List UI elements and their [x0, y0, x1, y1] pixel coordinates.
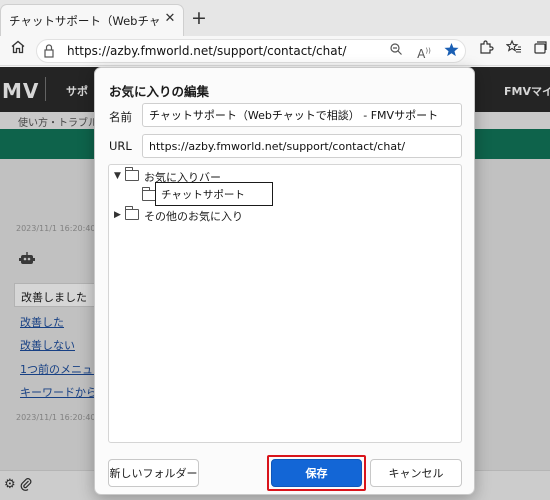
favorite-star-icon[interactable] — [442, 42, 460, 60]
new-tab-icon[interactable]: + — [188, 7, 210, 29]
lock-icon[interactable] — [43, 41, 55, 64]
name-field[interactable] — [142, 103, 462, 127]
dialog-title: お気に入りの編集 — [109, 84, 210, 99]
new-folder-button[interactable]: 新しいフォルダー — [108, 459, 199, 487]
extensions-icon[interactable] — [474, 39, 498, 63]
tree-item-new-folder[interactable] — [109, 182, 461, 206]
browser-toolbar: https://azby.fmworld.net/support/contact… — [0, 36, 550, 66]
new-folder-name-input[interactable] — [155, 182, 273, 206]
address-bar[interactable]: https://azby.fmworld.net/support/contact… — [36, 39, 466, 63]
name-label: 名前 — [109, 110, 132, 124]
zoom-icon[interactable] — [387, 42, 405, 60]
url-field[interactable] — [142, 134, 462, 158]
folder-icon — [125, 206, 139, 220]
tab-title: チャットサポート（Webチャットで相談 — [9, 14, 159, 28]
browser-tab[interactable]: チャットサポート（Webチャットで相談 ✕ — [0, 4, 184, 36]
read-aloud-icon[interactable]: A)) — [415, 42, 433, 61]
collections-icon[interactable] — [528, 39, 550, 63]
tree-label-other-favorites: その他のお気に入り — [144, 210, 243, 223]
save-button[interactable]: 保存 — [271, 459, 362, 487]
url-text: https://azby.fmworld.net/support/contact… — [67, 44, 347, 58]
edit-favorite-dialog: お気に入りの編集 名前 URL ▼ お気に入りバー ▶ その他のお気に入り 新し… — [94, 67, 475, 495]
folder-icon — [142, 187, 156, 201]
collapsed-caret-icon[interactable]: ▶ — [114, 209, 124, 221]
url-label: URL — [109, 139, 132, 153]
folder-tree[interactable]: ▼ お気に入りバー ▶ その他のお気に入り — [108, 164, 462, 443]
folder-icon — [125, 167, 139, 181]
close-tab-icon[interactable]: ✕ — [162, 11, 178, 27]
expanded-caret-icon[interactable]: ▼ — [114, 170, 124, 182]
tab-strip: チャットサポート（Webチャットで相談 ✕ + — [0, 0, 550, 36]
cancel-button[interactable]: キャンセル — [370, 459, 462, 487]
tree-item-other-favorites[interactable]: ▶ その他のお気に入り — [109, 206, 461, 224]
favorites-icon[interactable] — [502, 39, 526, 63]
home-icon[interactable] — [6, 39, 30, 63]
